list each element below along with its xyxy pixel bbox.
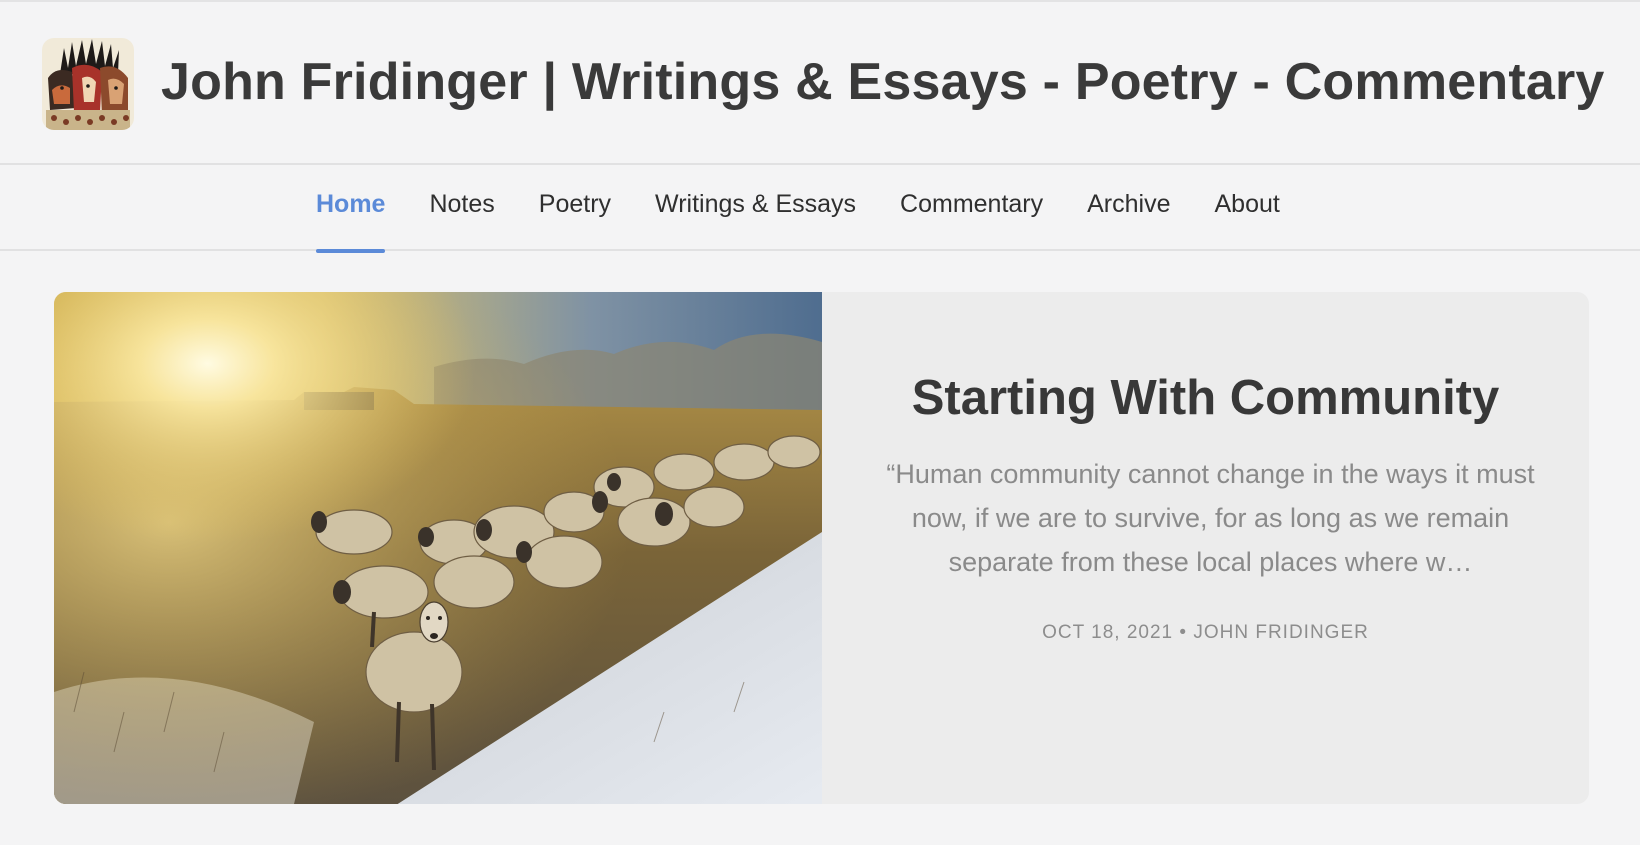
post-author[interactable]: JOHN FRIDINGER — [1193, 622, 1369, 643]
post-date: OCT 18, 2021 — [1042, 622, 1174, 643]
main-navigation: Home Notes Poetry Writings & Essays Comm… — [0, 165, 1640, 253]
nav-item-commentary[interactable]: Commentary — [878, 165, 1065, 251]
sheep-photo-image — [54, 292, 822, 804]
nav-item-writings-essays[interactable]: Writings & Essays — [633, 165, 878, 251]
nav-item-archive[interactable]: Archive — [1065, 165, 1192, 251]
meta-separator: • — [1179, 622, 1194, 643]
nav-item-home[interactable]: Home — [316, 165, 407, 253]
logo-illustration-icon — [42, 38, 134, 130]
site-header: John Fridinger | Writings & Essays - Poe… — [0, 2, 1640, 165]
site-logo[interactable] — [42, 38, 134, 130]
post-title[interactable]: Starting With Community — [822, 370, 1589, 426]
nav-item-poetry[interactable]: Poetry — [517, 165, 633, 251]
featured-post-card[interactable]: Starting With Community “Human community… — [54, 292, 1589, 804]
nav-item-notes[interactable]: Notes — [407, 165, 516, 251]
featured-post-image[interactable] — [54, 292, 822, 804]
featured-post-body: Starting With Community “Human community… — [822, 292, 1589, 804]
nav-item-about[interactable]: About — [1193, 165, 1302, 251]
post-meta: OCT 18, 2021 • JOHN FRIDINGER — [822, 622, 1589, 644]
site-title[interactable]: John Fridinger | Writings & Essays - Poe… — [161, 52, 1605, 112]
post-excerpt: “Human community cannot change in the wa… — [886, 459, 1535, 577]
nav-list: Home Notes Poetry Writings & Essays Comm… — [316, 165, 1302, 253]
